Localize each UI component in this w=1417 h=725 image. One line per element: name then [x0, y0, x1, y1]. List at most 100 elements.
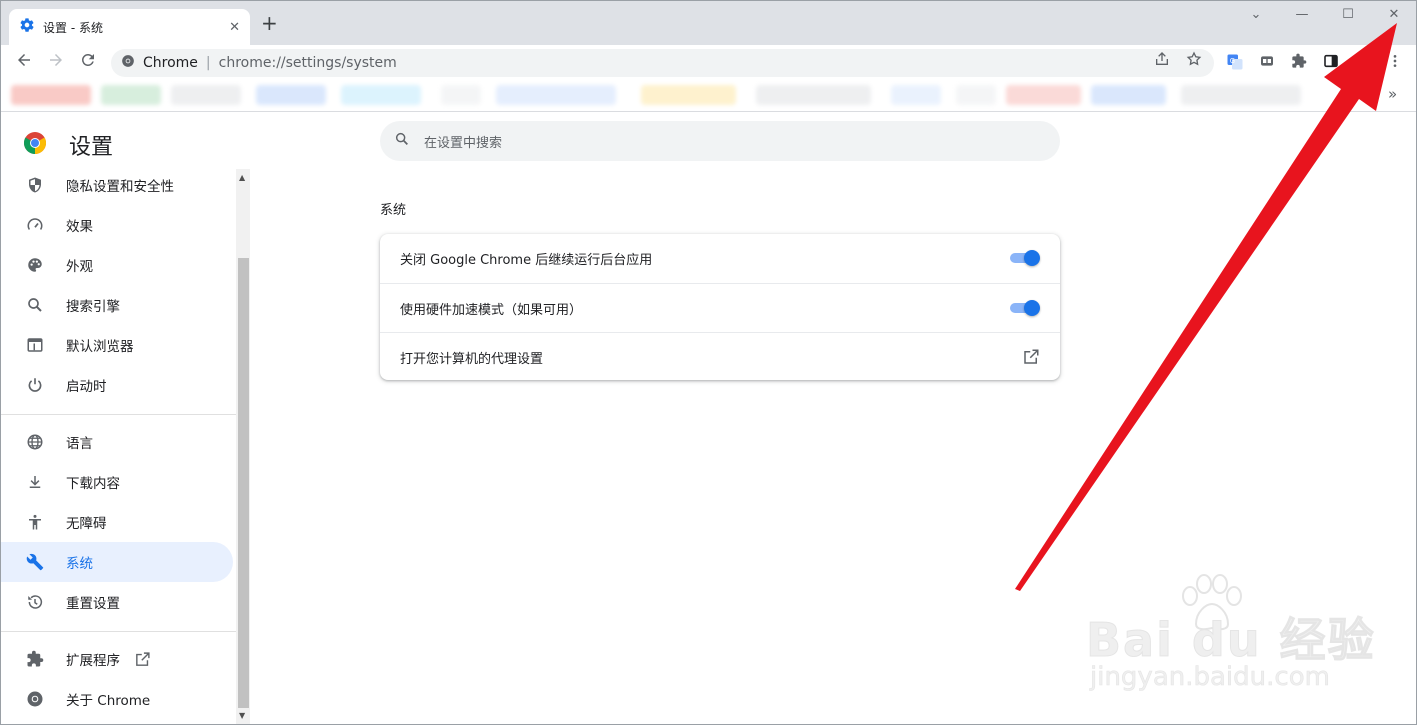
sidebar-item-reset[interactable]: 重置设置 — [1, 582, 233, 622]
sidebar-divider — [1, 414, 236, 415]
side-panel-icon[interactable] — [1322, 53, 1340, 71]
history-icon — [25, 592, 45, 612]
more-menu-icon[interactable] — [1386, 53, 1404, 71]
sidebar-item-default-browser[interactable]: 默认浏览器 — [1, 325, 233, 365]
bookmark-item[interactable] — [756, 85, 871, 105]
sidebar-item-label: 外观 — [66, 259, 93, 275]
hardware-acceleration-row[interactable]: 使用硬件加速模式（如果可用） — [380, 283, 1060, 332]
forward-arrow-icon — [50, 54, 62, 66]
puzzle-icon[interactable] — [1290, 53, 1308, 71]
tab-search-icon[interactable]: ⌄ — [1241, 7, 1271, 27]
bookmark-star-icon[interactable] — [1186, 51, 1202, 71]
download-icon — [25, 472, 45, 492]
globe-icon — [25, 432, 45, 452]
chrome-logo-icon — [23, 131, 47, 159]
wrench-icon — [25, 552, 45, 572]
bookmark-item[interactable] — [891, 85, 941, 105]
search-icon — [394, 131, 410, 151]
bookmark-item[interactable] — [171, 85, 241, 105]
sidebar-item-label: 默认浏览器 — [66, 339, 134, 355]
system-settings-card: 关闭 Google Chrome 后继续运行后台应用 使用硬件加速模式（如果可用… — [380, 234, 1060, 380]
sidebar-item-label: 无障碍 — [66, 516, 107, 532]
omnibox-separator: | — [205, 55, 211, 71]
sidebar-item-accessibility[interactable]: 无障碍 — [1, 502, 233, 542]
settings-search-box[interactable]: 在设置中搜索 — [380, 121, 1060, 161]
sidebar-item-label: 语言 — [66, 436, 93, 452]
sidebar-item-privacy[interactable]: 隐私设置和安全性 — [1, 165, 233, 205]
bookmark-item[interactable] — [341, 85, 421, 105]
toolbar: Chrome | chrome://settings/system G — [1, 45, 1416, 79]
back-button[interactable] — [13, 51, 35, 73]
sidebar-item-label: 系统 — [66, 556, 93, 572]
maximize-button[interactable]: ☐ — [1333, 7, 1363, 27]
translate-icon[interactable]: G — [1226, 53, 1244, 71]
toggle-knob — [1024, 300, 1040, 316]
tab-strip: 设置 - 系统 ✕ + ⌄ — ☐ ✕ — [1, 1, 1416, 45]
search-icon — [25, 295, 45, 315]
share-icon[interactable] — [1154, 51, 1170, 71]
forward-button[interactable] — [45, 51, 67, 73]
sidebar-item-search-engine[interactable]: 搜索引擎 — [1, 285, 233, 325]
toggle-knob — [1024, 250, 1040, 266]
bookmark-item[interactable] — [1181, 85, 1301, 105]
search-input[interactable]: 在设置中搜索 — [424, 132, 502, 151]
minimize-button[interactable]: — — [1287, 7, 1317, 27]
sidebar-item-downloads[interactable]: 下载内容 — [1, 462, 233, 502]
bookmark-item[interactable] — [256, 85, 326, 105]
sidebar-item-system[interactable]: 系统 — [1, 542, 233, 582]
external-link-icon[interactable] — [1022, 348, 1040, 366]
proxy-settings-row[interactable]: 打开您计算机的代理设置 — [380, 332, 1060, 381]
site-name: Chrome — [143, 55, 198, 71]
bookmark-item[interactable] — [496, 85, 616, 105]
sidebar-item-label: 重置设置 — [66, 596, 120, 612]
baidu-watermark: Bai du 经验 jingyan.baidu.com — [1086, 574, 1386, 694]
background-apps-row[interactable]: 关闭 Google Chrome 后继续运行后台应用 — [380, 234, 1060, 283]
bookmark-item[interactable] — [101, 85, 161, 105]
tab-settings[interactable]: 设置 - 系统 ✕ — [9, 9, 250, 45]
gear-icon — [19, 17, 35, 37]
sidebar-item-appearance[interactable]: 外观 — [1, 245, 233, 285]
address-bar[interactable]: Chrome | chrome://settings/system — [111, 49, 1214, 77]
sidebar-item-performance[interactable]: 效果 — [1, 205, 233, 245]
new-tab-button[interactable]: + — [261, 13, 278, 33]
tab-title: 设置 - 系统 — [43, 20, 103, 35]
section-title: 系统 — [380, 203, 407, 218]
scroll-up-arrow-icon[interactable]: ▲ — [239, 173, 245, 182]
bookmarks-overflow-button[interactable]: » — [1388, 85, 1397, 103]
sidebar-item-extensions[interactable]: 扩展程序 — [1, 639, 233, 679]
hardware-acceleration-toggle[interactable] — [1010, 300, 1040, 316]
chrome-icon — [25, 689, 45, 709]
close-window-button[interactable]: ✕ — [1379, 7, 1409, 27]
palette-icon — [25, 255, 45, 275]
sidebar-item-label: 隐私设置和安全性 — [66, 179, 174, 195]
settings-header: 设置 — [23, 129, 113, 161]
sidebar-item-about-chrome[interactable]: 关于 Chrome — [1, 679, 233, 719]
bookmark-item[interactable] — [1091, 85, 1166, 105]
tab-close-icon[interactable]: ✕ — [229, 20, 240, 35]
sidebar-item-label: 搜索引擎 — [66, 299, 120, 315]
reload-button[interactable] — [77, 51, 99, 73]
power-icon — [25, 375, 45, 395]
settings-sidebar: 设置 隐私设置和安全性 效果 外观 搜索引擎 默认浏览器 启动时 语言 下载内容… — [1, 113, 251, 724]
watermark-url: jingyan.baidu.com — [1090, 662, 1331, 693]
watermark-brand: Bai du 经验 — [1086, 613, 1376, 668]
bookmark-item[interactable] — [1006, 85, 1081, 105]
sidebar-item-languages[interactable]: 语言 — [1, 422, 233, 462]
gauge-icon — [25, 215, 45, 235]
sidebar-item-label: 启动时 — [66, 379, 107, 395]
back-arrow-icon — [18, 54, 30, 66]
extension-icon[interactable] — [1258, 53, 1276, 71]
bookmark-item[interactable] — [441, 85, 481, 105]
sidebar-item-label: 效果 — [66, 219, 93, 235]
shield-icon — [25, 175, 45, 195]
background-apps-toggle[interactable] — [1010, 250, 1040, 266]
scroll-down-arrow-icon[interactable]: ▼ — [239, 711, 245, 720]
bookmark-item[interactable] — [641, 85, 736, 105]
bookmark-item[interactable] — [11, 85, 91, 105]
sidebar-scrollbar-thumb[interactable] — [238, 258, 249, 708]
sidebar-item-on-startup[interactable]: 启动时 — [1, 365, 233, 405]
row-label: 关闭 Google Chrome 后继续运行后台应用 — [400, 253, 653, 268]
bookmark-item[interactable] — [956, 85, 996, 105]
external-link-icon — [134, 651, 151, 668]
bookmarks-bar: » — [1, 79, 1416, 112]
